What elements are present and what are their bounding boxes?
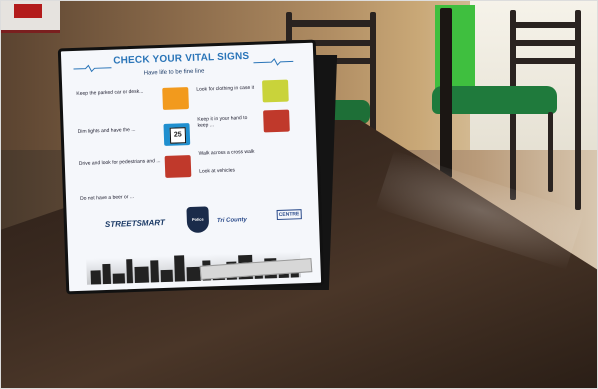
- heartbeat-icon: [73, 64, 112, 73]
- chair-slat: [510, 58, 581, 64]
- tent-card: CHECK YOUR VITAL SIGNS Have life to be f…: [57, 39, 325, 295]
- tip-left-3: Drive and look for pedestrians and ...: [78, 158, 161, 167]
- pedestrian-icon: [262, 79, 289, 103]
- chair-slat: [286, 20, 376, 27]
- stop-icon: [263, 109, 290, 133]
- chair-slat: [510, 22, 581, 28]
- chair-slat: [510, 40, 581, 46]
- photo: CHECK YOUR VITAL SIGNS Have life to be f…: [0, 0, 598, 389]
- tip-right-3: Walk across a cross walk: [198, 148, 255, 157]
- phone-icon: [162, 87, 189, 110]
- card-title: CHECK YOUR VITAL SIGNS: [113, 50, 250, 67]
- tricounty-logo: Tri County: [216, 217, 247, 225]
- centre-logo: CENTRE: [276, 209, 302, 221]
- police-badge-logo: Police: [186, 206, 210, 234]
- chair-right-post: [370, 12, 376, 132]
- card-subtitle: Have life to be fine line: [143, 68, 205, 77]
- table-pedestal: [440, 8, 452, 178]
- wall-sign-accent: [14, 4, 42, 18]
- alcohol-icon: [164, 155, 192, 178]
- speed-limit-badge: 25: [169, 127, 187, 144]
- tip-right-2: Keep it in your hand to keep ...: [197, 115, 248, 129]
- chair-leg: [548, 112, 553, 192]
- tip-left-1: Keep the parked car or desk...: [76, 88, 144, 97]
- tip-left-4: Do not have a beer or ...: [79, 194, 135, 202]
- streetsmart-logo: STREETSMART: [104, 217, 165, 230]
- heartbeat-icon: [253, 58, 294, 66]
- tip-left-2: Dim lights and have the ...: [77, 126, 136, 135]
- tip-right-4: Look at vehicles: [199, 167, 236, 175]
- tip-right-1: Look for clothing in case it: [196, 84, 255, 93]
- speed-limit-icon: 25: [163, 123, 191, 146]
